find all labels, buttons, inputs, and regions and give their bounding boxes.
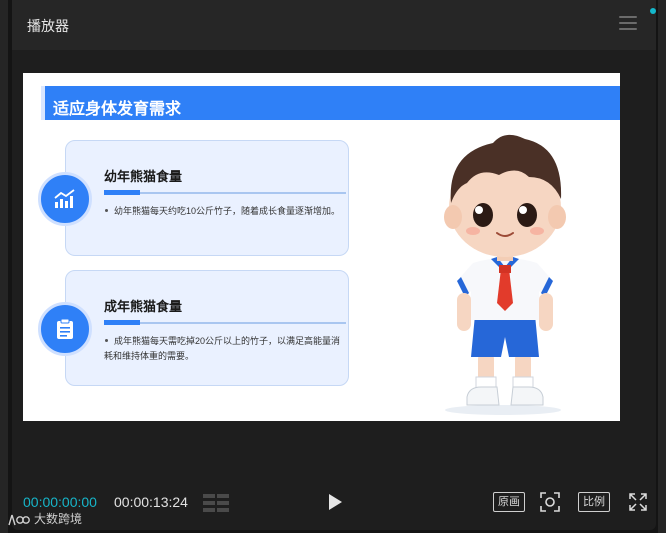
- grid-layout-icon[interactable]: [201, 492, 231, 514]
- brand-logo-icon: [8, 514, 30, 526]
- card-text: 幼年熊猫每天约吃10公斤竹子，随着成长食量逐渐增加。: [104, 204, 348, 219]
- chart-icon: [38, 172, 92, 226]
- playback-controls: 00:00:00:00 00:00:13:24 原画 比例: [12, 485, 656, 521]
- card-text: 成年熊猫每天需吃掉20公斤以上的竹子，以满足高能量消耗和维持体重的需要。: [104, 336, 341, 361]
- card-divider: [104, 192, 346, 194]
- play-icon[interactable]: [329, 494, 342, 510]
- aspect-ratio-button[interactable]: 比例: [578, 492, 610, 512]
- cartoon-boy-illustration: [433, 125, 583, 417]
- video-preview[interactable]: 适应身体发育需求 幼年熊猫食量 幼年熊猫每天约吃10公斤竹子，随着成长食量逐渐增…: [23, 73, 620, 421]
- window-title: 播放器: [27, 18, 69, 34]
- info-card-juvenile: 幼年熊猫食量 幼年熊猫每天约吃10公斤竹子，随着成长食量逐渐增加。: [65, 140, 349, 256]
- right-edge-panel: [658, 0, 666, 533]
- brand-watermark: 大数跨境: [8, 510, 82, 527]
- total-duration: 00:00:13:24: [114, 494, 188, 510]
- player-window: 播放器 适应身体发育需求 幼年熊猫食量 幼年熊猫每天约吃10公斤竹子，随着成长食…: [12, 0, 656, 530]
- card-title: 幼年熊猫食量: [104, 169, 183, 184]
- slide-header-bar: 适应身体发育需求: [41, 86, 620, 120]
- brand-name: 大数跨境: [34, 512, 83, 526]
- notification-dot: [650, 8, 656, 14]
- fullscreen-icon[interactable]: [629, 493, 647, 511]
- focus-frame-icon[interactable]: [540, 492, 560, 512]
- left-edge-panel: [0, 0, 8, 533]
- card-divider-accent: [104, 190, 140, 195]
- hamburger-menu-icon[interactable]: [619, 16, 637, 32]
- card-title: 成年熊猫食量: [104, 299, 183, 314]
- current-timecode: 00:00:00:00: [23, 494, 97, 510]
- card-divider-accent: [104, 320, 140, 325]
- title-bar: 播放器: [12, 0, 656, 50]
- card-divider: [104, 322, 346, 324]
- slide-title: 适应身体发育需求: [53, 101, 182, 118]
- info-card-adult: 成年熊猫食量 成年熊猫每天需吃掉20公斤以上的竹子，以满足高能量消耗和维持体重的…: [65, 270, 349, 386]
- original-quality-button[interactable]: 原画: [493, 492, 525, 512]
- clipboard-icon: [38, 302, 92, 356]
